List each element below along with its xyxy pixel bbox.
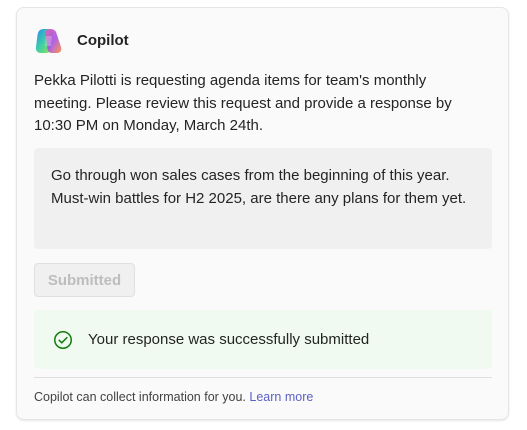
app-name: Copilot (77, 32, 129, 49)
adaptive-card: Copilot Pekka Pilotti is requesting agen… (16, 7, 509, 420)
check-circle-icon (54, 330, 72, 349)
card-footer: Copilot can collect information for you.… (34, 389, 313, 405)
response-text: Go through won sales cases from the begi… (51, 167, 467, 207)
success-text: Your response was successfully submitted (88, 331, 370, 348)
request-message: Pekka Pilotti is requesting agenda items… (34, 72, 452, 134)
submitted-button[interactable]: Submitted (34, 263, 135, 297)
response-preview: Go through won sales cases from the begi… (34, 148, 492, 249)
success-message-bar: Your response was successfully submitted (34, 310, 492, 369)
learn-more-link[interactable]: Learn more (249, 390, 313, 404)
copilot-logo-icon (35, 29, 62, 53)
footer-divider (34, 377, 492, 378)
card-header: Copilot (34, 26, 129, 56)
footer-text: Copilot can collect information for you. (34, 390, 246, 404)
